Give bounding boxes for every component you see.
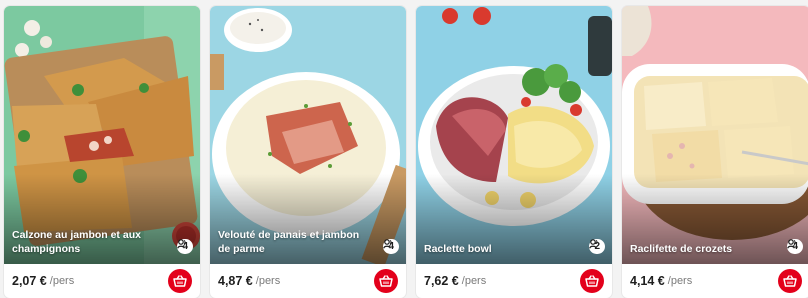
basket-icon [379, 275, 393, 287]
persons-badge: 4 [177, 239, 193, 254]
recipe-footer: 4,87 € /pers [210, 264, 406, 298]
basket-icon [783, 275, 797, 287]
persons-badge: 4 [787, 239, 803, 254]
add-to-basket-button[interactable] [778, 269, 802, 293]
person-icon [383, 239, 392, 249]
basket-icon [173, 275, 187, 287]
recipe-title[interactable]: Raclette bowl [424, 242, 570, 256]
recipe-photo[interactable]: Calzone au jambon et aux champignons 4 [4, 6, 200, 264]
persons-badge: 4 [383, 239, 399, 254]
recipe-card-raclifette[interactable]: Raclifette de crozets 4 4,14 € /pers [622, 6, 808, 298]
person-icon [787, 239, 796, 249]
person-icon [177, 239, 186, 249]
recipe-title[interactable]: Calzone au jambon et aux champignons [12, 228, 158, 256]
recipe-carousel: Calzone au jambon et aux champignons 4 2… [4, 6, 808, 298]
person-icon [589, 239, 598, 249]
recipe-footer: 4,14 € /pers [622, 264, 808, 298]
recipe-card-veloute[interactable]: Velouté de panais et jambon de parme 4 4… [210, 6, 406, 298]
add-to-basket-button[interactable] [580, 269, 604, 293]
recipe-title[interactable]: Raclifette de crozets [630, 242, 768, 256]
recipe-footer: 2,07 € /pers [4, 264, 200, 298]
recipe-price: 2,07 € [12, 274, 47, 288]
basket-icon [585, 275, 599, 287]
price-unit: /pers [49, 275, 75, 287]
price-unit: /pers [667, 275, 693, 287]
recipe-title[interactable]: Velouté de panais et jambon de parme [218, 228, 364, 256]
recipe-price: 7,62 € [424, 274, 459, 288]
add-to-basket-button[interactable] [374, 269, 398, 293]
recipe-card-calzone[interactable]: Calzone au jambon et aux champignons 4 2… [4, 6, 200, 298]
recipe-card-raclette-bowl[interactable]: Raclette bowl 2 7,62 € /pers [416, 6, 612, 298]
add-to-basket-button[interactable] [168, 269, 192, 293]
recipe-price: 4,14 € [630, 274, 665, 288]
recipe-footer: 7,62 € /pers [416, 264, 612, 298]
recipe-price: 4,87 € [218, 274, 253, 288]
recipe-photo[interactable]: Velouté de panais et jambon de parme 4 [210, 6, 406, 264]
price-unit: /pers [461, 275, 487, 287]
price-unit: /pers [255, 275, 281, 287]
recipe-photo[interactable]: Raclifette de crozets 4 [622, 6, 808, 264]
persons-badge: 2 [589, 239, 605, 254]
recipe-photo[interactable]: Raclette bowl 2 [416, 6, 612, 264]
